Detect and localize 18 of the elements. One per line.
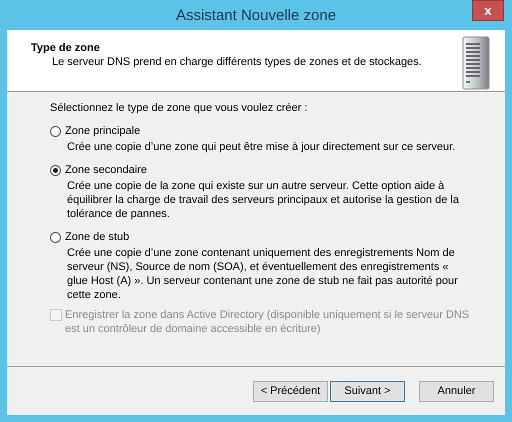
radio-button[interactable] bbox=[50, 164, 61, 176]
option-description: Crée une copie d’une zone contenant uniquement des enregistrements Nom de serveur (NS), Source de nom (SOA), et éventuellement des enregistrements « glue Host (A) ». Un serveur contenant une zone de stub ne fait pas autorité pour cette zone. bbox=[66, 246, 459, 302]
option-description: Crée une copie de la zone qui existe sur un autre serveur. Cette option aide à équilibrer la charge de travail des serveurs principaux et autorise la gestion de la tolérance de pannes. bbox=[66, 179, 460, 221]
option-description: Crée une copie d’une zone qui peut être mise à jour directement sur ce serveur. bbox=[66, 140, 456, 154]
page-title: Type de zone bbox=[31, 42, 101, 54]
radio-button[interactable] bbox=[50, 232, 61, 242]
cancel-button[interactable]: Annuler bbox=[419, 380, 494, 402]
page-subtitle: Le serveur DNS prend en charge différents types de zones et de stockages. bbox=[51, 56, 422, 68]
option-label[interactable]: Zone secondaire bbox=[65, 164, 147, 176]
prompt-text: Sélectionnez le type de zone que vous voulez créer : bbox=[50, 102, 308, 114]
close-button[interactable]: x bbox=[472, 0, 504, 21]
option-label[interactable]: Zone de stub bbox=[65, 231, 130, 243]
next-button[interactable]: Suivant > bbox=[330, 380, 405, 402]
window-title: Assistant Nouvelle zone bbox=[176, 6, 336, 24]
server-icon bbox=[461, 35, 491, 91]
option-label[interactable]: Zone principale bbox=[65, 125, 140, 137]
radio-button[interactable] bbox=[50, 126, 61, 136]
back-button[interactable]: < Précédent bbox=[253, 380, 328, 402]
